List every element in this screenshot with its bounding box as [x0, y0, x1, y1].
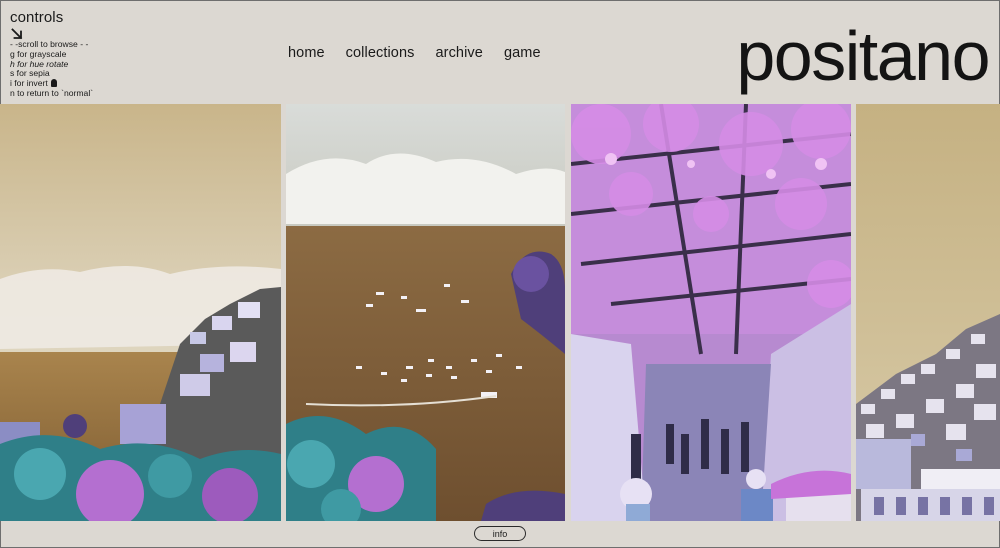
- gallery-photo-hillside-village[interactable]: [856, 104, 1000, 521]
- gallery-photo-cliffside[interactable]: [0, 104, 281, 521]
- pergola-street-image: [571, 104, 851, 521]
- gallery-photo-pergola-street[interactable]: [571, 104, 851, 521]
- hillside-village-image: [856, 104, 1000, 521]
- main-nav: home collections archive game: [288, 44, 562, 62]
- ghost-icon: [51, 79, 58, 88]
- cliffside-image: [0, 104, 281, 521]
- nav-home[interactable]: home: [288, 44, 325, 62]
- site-title: positano: [736, 17, 990, 95]
- photo-gallery[interactable]: [0, 104, 1000, 521]
- control-normal: n to return to `normal`: [10, 87, 94, 98]
- nav-archive[interactable]: archive: [435, 44, 482, 62]
- controls-panel: controls - -scroll to browse - - g for g…: [10, 9, 140, 99]
- gallery-photo-bay-boats[interactable]: [286, 104, 565, 521]
- nav-collections[interactable]: collections: [346, 44, 415, 62]
- controls-title: controls: [10, 9, 64, 26]
- control-invert: i for invert: [10, 78, 48, 89]
- info-button[interactable]: info: [474, 526, 526, 541]
- nav-game[interactable]: game: [504, 44, 541, 62]
- controls-list: - -scroll to browse - - g for grayscale …: [10, 39, 140, 99]
- bay-boats-image: [286, 104, 565, 521]
